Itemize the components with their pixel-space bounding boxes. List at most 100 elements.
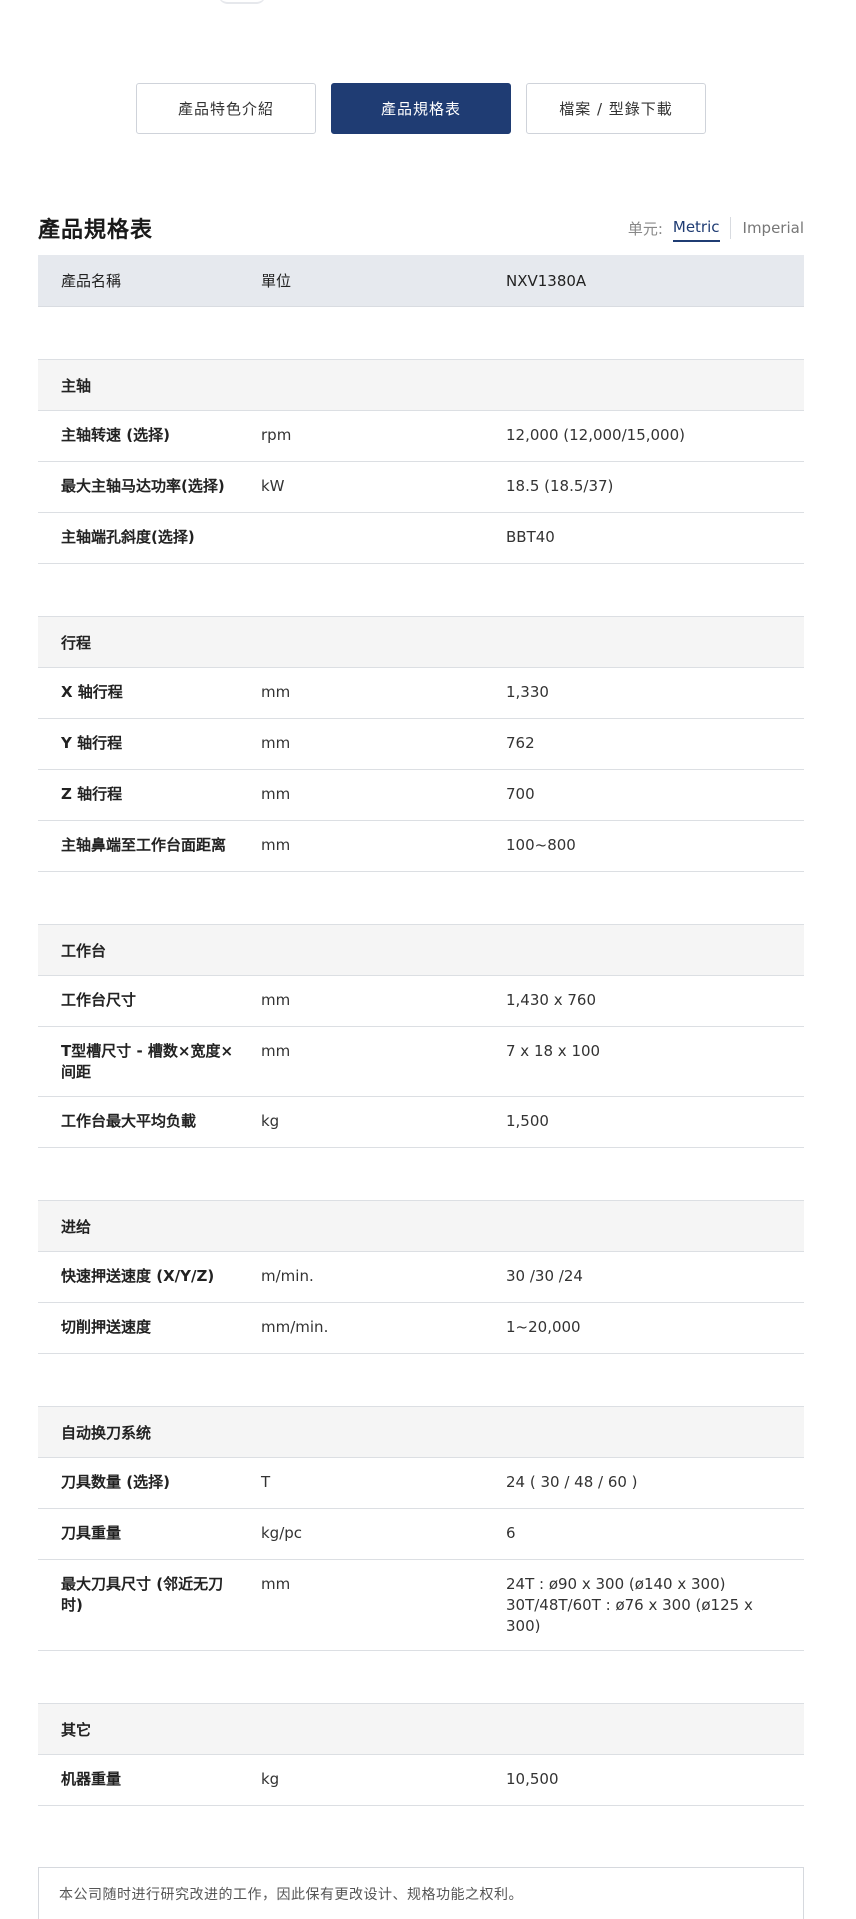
- section-title: 进给: [61, 1217, 92, 1236]
- spec-value: 1,500: [506, 1112, 549, 1130]
- spec-name: 最大主轴马达功率(选择): [61, 477, 225, 495]
- unit-imperial-option[interactable]: Imperial: [743, 215, 804, 241]
- table-row: 主轴鼻端至工作台面距离 mm 100~800: [38, 821, 804, 872]
- unit-divider: [729, 217, 731, 239]
- spec-unit: mm: [261, 991, 291, 1009]
- spec-name: 刀具数量 (选择): [61, 1473, 170, 1491]
- spec-name: X 轴行程: [61, 683, 123, 701]
- table-row: 刀具数量 (选择) T 24 ( 30 / 48 / 60 ): [38, 1458, 804, 1509]
- spec-unit: kg/pc: [261, 1524, 303, 1542]
- section-title: 工作台: [61, 941, 107, 960]
- spec-unit: mm: [261, 683, 291, 701]
- spec-value: BBT40: [506, 528, 555, 546]
- table-row: 最大刀具尺寸 (邻近无刀时) mm 24T : ø90 x 300 (ø140 x …: [38, 1560, 804, 1651]
- page-title: 產品規格表: [38, 218, 154, 243]
- header-unit: 單位: [261, 272, 292, 290]
- spec-name: T型槽尺寸 - 槽数×宽度×间距: [61, 1042, 234, 1081]
- section-title: 行程: [61, 633, 92, 652]
- section-header: 其它: [38, 1703, 804, 1755]
- spec-unit: rpm: [261, 426, 292, 444]
- spec-unit: mm/min.: [261, 1318, 329, 1336]
- spec-heading-row: 產品規格表 单元: Metric Imperial: [38, 210, 804, 246]
- table-row: 主轴转速 (选择) rpm 12,000 (12,000/15,000): [38, 411, 804, 462]
- disclaimer-note: 本公司随时进行研究改进的工作，因此保有更改设计、规格功能之权利。: [38, 1867, 804, 1919]
- section-header: 行程: [38, 616, 804, 668]
- table-header: 產品名稱 單位 NXV1380A: [38, 255, 804, 307]
- table-row: 切削押送速度 mm/min. 1~20,000: [38, 1303, 804, 1354]
- table-row: 工作台尺寸 mm 1,430 x 760: [38, 976, 804, 1027]
- table-row: 工作台最大平均负載 kg 1,500: [38, 1097, 804, 1148]
- spec-value: 24T : ø90 x 300 (ø140 x 300) 30T/48T/60T…: [506, 1575, 753, 1635]
- spec-unit: T: [261, 1473, 271, 1491]
- table-row: Y 轴行程 mm 762: [38, 719, 804, 770]
- spec-value: 1,430 x 760: [506, 991, 596, 1009]
- spec-value: 1,330: [506, 683, 549, 701]
- unit-metric-option[interactable]: Metric: [672, 214, 720, 242]
- product-tabs: 產品特色介紹 產品規格表 檔案 / 型錄下載: [136, 83, 706, 134]
- section-header: 自动换刀系统: [38, 1406, 804, 1458]
- spec-name: 刀具重量: [61, 1524, 122, 1542]
- spec-value: 762: [506, 734, 535, 752]
- spec-name: 工作台尺寸: [61, 991, 137, 1009]
- spec-value: 18.5 (18.5/37): [506, 477, 614, 495]
- spec-name: 主轴转速 (选择): [61, 426, 170, 444]
- spec-name: Y 轴行程: [61, 734, 123, 752]
- table-row: Z 轴行程 mm 700: [38, 770, 804, 821]
- header-model: NXV1380A: [506, 271, 587, 290]
- spec-name: 机器重量: [61, 1770, 122, 1788]
- table-row: 最大主轴马达功率(选择) kW 18.5 (18.5/37): [38, 462, 804, 513]
- spec-value: 30 /30 /24: [506, 1267, 583, 1285]
- spec-value: 12,000 (12,000/15,000): [506, 426, 685, 444]
- spec-value: 1~20,000: [506, 1318, 581, 1336]
- spec-name: 最大刀具尺寸 (邻近无刀时): [61, 1575, 224, 1614]
- table-body: 主轴主轴转速 (选择) rpm 12,000 (12,000/15,000) 最大主轴…: [38, 307, 804, 1806]
- spec-value: 7 x 18 x 100: [506, 1042, 601, 1060]
- section-header: 工作台: [38, 924, 804, 976]
- section-title: 其它: [61, 1720, 92, 1739]
- tab-spec-sheet[interactable]: 產品規格表: [331, 83, 511, 134]
- unit-switch: 单元: Metric Imperial: [628, 214, 804, 242]
- spec-unit: kW: [261, 477, 285, 495]
- spec-value: 24 ( 30 / 48 / 60 ): [506, 1473, 638, 1491]
- spec-unit: kg: [261, 1770, 280, 1788]
- tab-features[interactable]: 產品特色介紹: [136, 83, 316, 134]
- spec-unit: m/min.: [261, 1267, 314, 1285]
- spec-unit: kg: [261, 1112, 280, 1130]
- section-title: 主轴: [61, 376, 92, 395]
- header-name: 產品名稱: [61, 272, 122, 290]
- table-row: 刀具重量 kg/pc 6: [38, 1509, 804, 1560]
- section-header: 进给: [38, 1200, 804, 1252]
- spec-value: 6: [506, 1524, 516, 1542]
- section-title: 自动换刀系统: [61, 1423, 152, 1442]
- spec-table: 產品名稱 單位 NXV1380A 主轴主轴转速 (选择) rpm 12,000 (1…: [38, 255, 804, 1806]
- spec-value: 100~800: [506, 836, 576, 854]
- spec-name: Z 轴行程: [61, 785, 123, 803]
- spec-unit: mm: [261, 1575, 291, 1593]
- table-row: T型槽尺寸 - 槽数×宽度×间距 mm 7 x 18 x 100: [38, 1027, 804, 1097]
- spec-unit: mm: [261, 1042, 291, 1060]
- unit-label: 单元:: [627, 219, 663, 238]
- spec-name: 工作台最大平均负載: [61, 1112, 197, 1130]
- table-row: X 轴行程 mm 1,330: [38, 668, 804, 719]
- spec-name: 主轴端孔斜度(选择): [61, 528, 195, 546]
- spec-name: 主轴鼻端至工作台面距离: [61, 836, 227, 854]
- table-row: 快速押送速度 (X/Y/Z) m/min. 30 /30 /24: [38, 1252, 804, 1303]
- top-decoration: [218, 0, 266, 4]
- table-row: 机器重量 kg 10,500: [38, 1755, 804, 1806]
- spec-value: 700: [506, 785, 535, 803]
- spec-name: 快速押送速度 (X/Y/Z): [61, 1267, 215, 1285]
- spec-unit: mm: [261, 734, 291, 752]
- spec-unit: mm: [261, 836, 291, 854]
- tab-downloads[interactable]: 檔案 / 型錄下載: [526, 83, 706, 134]
- spec-value: 10,500: [506, 1770, 559, 1788]
- spec-unit: mm: [261, 785, 291, 803]
- spec-name: 切削押送速度: [61, 1318, 152, 1336]
- section-header: 主轴: [38, 359, 804, 411]
- table-row: 主轴端孔斜度(选择) BBT40: [38, 513, 804, 564]
